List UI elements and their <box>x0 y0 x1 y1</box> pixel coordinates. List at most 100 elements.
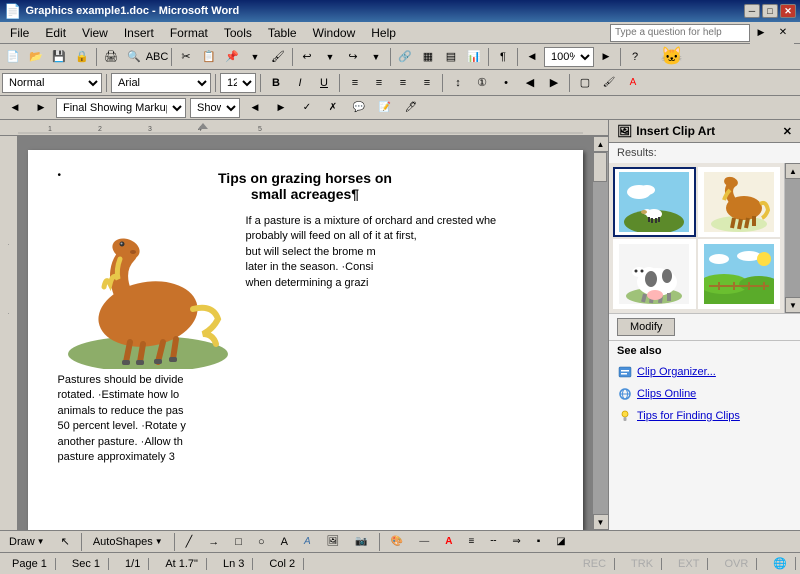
textbox-tool[interactable]: A <box>274 534 295 550</box>
menu-edit[interactable]: Edit <box>37 24 74 42</box>
line-spacing[interactable]: ↕ <box>447 72 469 94</box>
clip-item-3[interactable] <box>613 239 696 309</box>
align-left[interactable]: ≡ <box>344 72 366 94</box>
rect-tool[interactable]: □ <box>228 534 249 550</box>
accept-change[interactable]: ✓ <box>296 97 318 119</box>
scrollbar-track[interactable] <box>593 152 608 514</box>
insert-cols[interactable]: ▤ <box>440 46 462 68</box>
font-select[interactable]: Arial <box>111 73 211 93</box>
insert-chart[interactable]: 📊 <box>463 46 485 68</box>
picture-tool[interactable]: 📷 <box>348 534 374 549</box>
menu-insert[interactable]: Insert <box>116 24 162 42</box>
decrease-indent[interactable]: ◀ <box>519 72 541 94</box>
paste-special[interactable]: ▼ <box>244 46 266 68</box>
increase-indent[interactable]: ▶ <box>543 72 565 94</box>
new-button[interactable]: 📄 <box>2 46 24 68</box>
clipart-insert-tool[interactable]: 🖼 <box>320 534 347 549</box>
redo-button[interactable]: ↪ <box>342 46 364 68</box>
track-right[interactable]: ▶ <box>30 97 52 119</box>
maximize-button[interactable]: □ <box>762 4 778 18</box>
show-ink[interactable]: 🖊 <box>400 97 422 119</box>
wordart-tool[interactable]: A <box>297 534 318 549</box>
draw-button[interactable]: Draw ▼ <box>2 534 52 550</box>
redo-arrow[interactable]: ▼ <box>365 46 387 68</box>
show-select[interactable]: Show <box>190 98 240 118</box>
shadow-btn[interactable]: ▪ <box>530 534 548 549</box>
copy-button[interactable]: 📋 <box>198 46 220 68</box>
modify-button[interactable]: Modify <box>617 318 675 336</box>
see-also-online[interactable]: Clips Online <box>609 383 800 405</box>
panel-scroll-track[interactable] <box>785 179 800 297</box>
insert-link[interactable]: 🔗 <box>394 46 416 68</box>
comment-btn[interactable]: 💬 <box>348 97 370 119</box>
panel-scroll-down[interactable]: ▼ <box>785 297 800 313</box>
track-changes-btn[interactable]: 📝 <box>374 97 396 119</box>
autoshapes-button[interactable]: AutoShapes ▼ <box>86 534 170 550</box>
clip-item-4[interactable] <box>698 239 781 309</box>
panel-scroll-up[interactable]: ▲ <box>785 163 800 179</box>
font-color-btn-draw[interactable]: A <box>438 534 459 549</box>
line-color-btn[interactable]: — <box>412 534 436 549</box>
show-hide[interactable]: ¶ <box>492 46 514 68</box>
menu-view[interactable]: View <box>74 24 116 42</box>
italic-button[interactable]: I <box>289 72 311 94</box>
arrow-tool[interactable]: → <box>201 534 226 550</box>
menu-window[interactable]: Window <box>305 24 364 42</box>
scroll-up-button[interactable]: ▲ <box>593 136 609 152</box>
help-button[interactable]: ? <box>624 46 646 68</box>
bullets[interactable]: • <box>495 72 517 94</box>
highlight-btn[interactable]: 🖌 <box>598 72 620 94</box>
zoom-select[interactable]: 100% 75% 50% <box>544 47 594 67</box>
zoom-out[interactable]: ◀ <box>521 46 543 68</box>
help-search-input[interactable] <box>610 24 750 42</box>
line-style-btn[interactable]: ≡ <box>461 534 481 549</box>
menu-file[interactable]: File <box>2 24 37 42</box>
clip-item-1[interactable] <box>613 167 696 237</box>
underline-button[interactable]: U <box>313 72 335 94</box>
preview-button[interactable]: 🔍 <box>123 46 145 68</box>
see-also-organizer[interactable]: Clip Organizer... <box>609 361 800 383</box>
justify[interactable]: ≡ <box>416 72 438 94</box>
permission-button[interactable]: 🔒 <box>71 46 93 68</box>
outside-border[interactable]: ▢ <box>574 72 596 94</box>
style-select[interactable]: Normal <box>2 73 102 93</box>
size-select[interactable]: 12 <box>220 73 256 93</box>
3d-btn[interactable]: ◪ <box>549 534 572 549</box>
save-button[interactable]: 💾 <box>48 46 70 68</box>
clip-item-2[interactable] <box>698 167 781 237</box>
menu-tools[interactable]: Tools <box>216 24 260 42</box>
prev-change[interactable]: ◀ <box>244 97 266 119</box>
numbering[interactable]: ① <box>471 72 493 94</box>
scroll-down-button[interactable]: ▼ <box>593 514 609 530</box>
next-change[interactable]: ▶ <box>270 97 292 119</box>
dash-style-btn[interactable]: ╌ <box>483 534 503 549</box>
see-also-tips[interactable]: Tips for Finding Clips <box>609 405 800 427</box>
zoom-in[interactable]: ▶ <box>595 46 617 68</box>
oval-tool[interactable]: ○ <box>251 534 272 550</box>
fill-color-btn[interactable]: 🎨 <box>384 534 410 549</box>
markup-select[interactable]: Final Showing Markup Final Original <box>56 98 186 118</box>
undo-arrow[interactable]: ▼ <box>319 46 341 68</box>
line-tool[interactable]: ╱ <box>179 533 200 550</box>
undo-button[interactable]: ↩ <box>296 46 318 68</box>
insert-table[interactable]: ▦ <box>417 46 439 68</box>
align-right[interactable]: ≡ <box>392 72 414 94</box>
reject-change[interactable]: ✗ <box>322 97 344 119</box>
open-button[interactable]: 📂 <box>25 46 47 68</box>
menu-help[interactable]: Help <box>363 24 404 42</box>
align-center[interactable]: ≡ <box>368 72 390 94</box>
track-left[interactable]: ◀ <box>4 97 26 119</box>
close-button[interactable]: ✕ <box>780 4 796 18</box>
arrow-style-btn[interactable]: ⇒ <box>505 534 527 549</box>
paste-button[interactable]: 📌 <box>221 46 243 68</box>
font-color-btn[interactable]: A <box>622 72 644 94</box>
help-arrow[interactable]: ▶ <box>750 22 772 44</box>
close-pane[interactable]: ✕ <box>772 22 794 44</box>
menu-format[interactable]: Format <box>162 24 216 42</box>
panel-close-button[interactable]: ✕ <box>783 125 792 138</box>
cut-button[interactable]: ✂ <box>175 46 197 68</box>
bold-button[interactable]: B <box>265 72 287 94</box>
scrollbar-thumb[interactable] <box>593 152 607 182</box>
print-button[interactable]: 🖨 <box>100 46 122 68</box>
spell-button[interactable]: ABC <box>146 46 168 68</box>
